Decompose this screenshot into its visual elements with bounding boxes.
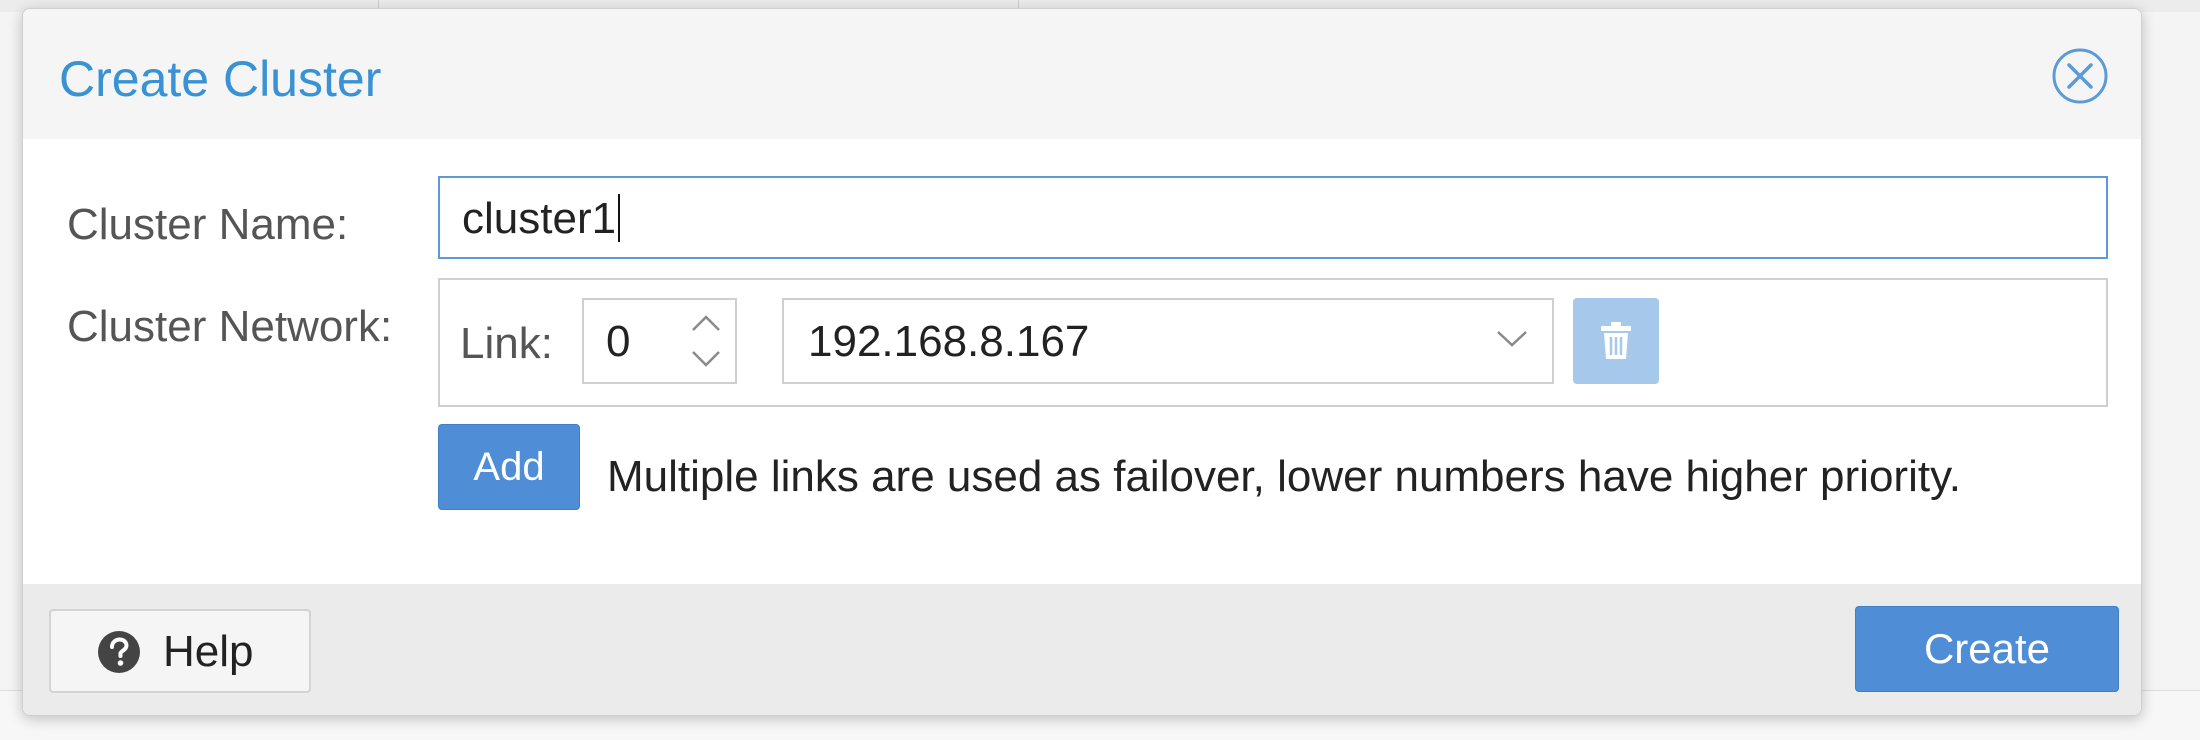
trash-icon	[1601, 322, 1631, 359]
chevron-down-icon[interactable]	[689, 348, 723, 370]
link-address-select[interactable]: 192.168.8.167	[782, 298, 1554, 384]
chevron-down-icon[interactable]	[1494, 326, 1530, 350]
question-circle-icon	[98, 631, 140, 673]
cluster-network-container: Link: 0 192.168.8.167	[438, 278, 2108, 407]
create-button[interactable]: Create	[1855, 606, 2119, 692]
help-label: Help	[163, 627, 254, 676]
text-caret	[618, 194, 621, 242]
link-number-spinner[interactable]: 0	[582, 298, 737, 384]
add-link-button[interactable]: Add	[438, 424, 580, 510]
close-icon[interactable]	[2051, 47, 2109, 105]
dialog-footer: Help Create	[23, 584, 2141, 715]
delete-link-button[interactable]	[1573, 298, 1659, 384]
create-cluster-dialog: Create Cluster Cluster Name: cluster1 Cl…	[22, 8, 2142, 716]
link-address-value: 192.168.8.167	[808, 317, 1090, 366]
cluster-name-label: Cluster Name:	[67, 200, 349, 249]
link-label: Link:	[460, 319, 553, 368]
link-number-value: 0	[606, 317, 631, 366]
dialog-title: Create Cluster	[59, 51, 382, 107]
cluster-name-value: cluster1	[462, 193, 621, 245]
cluster-name-input[interactable]: cluster1	[438, 176, 2108, 259]
cluster-name-text: cluster1	[462, 194, 617, 243]
cluster-network-label: Cluster Network:	[67, 302, 393, 351]
link-hint-text: Multiple links are used as failover, low…	[607, 452, 1962, 501]
dialog-header: Create Cluster	[23, 9, 2141, 139]
help-button[interactable]: Help	[49, 609, 311, 693]
chevron-up-icon[interactable]	[689, 312, 723, 334]
